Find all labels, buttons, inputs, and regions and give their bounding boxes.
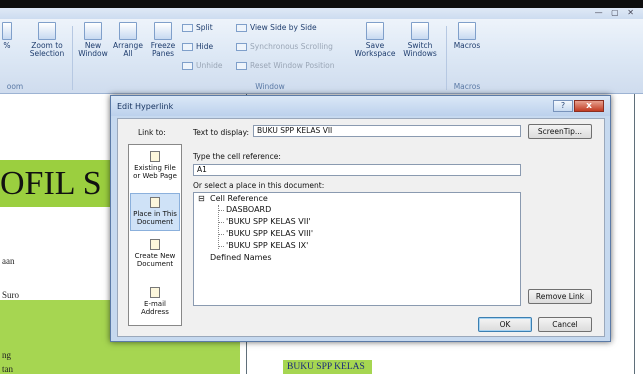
arrange-all-button[interactable]: Arrange All: [112, 22, 144, 58]
ribbon: — ▢ ✕ % Zoom to Selection oom New Window…: [0, 8, 643, 94]
tree-item[interactable]: 'BUKU SPP KELAS VII': [226, 217, 311, 226]
reset-window-icon: [236, 62, 247, 70]
link-to-label: Link to:: [138, 128, 166, 137]
ok-button[interactable]: OK: [478, 317, 532, 332]
hide-icon: [182, 43, 193, 51]
link-email-address[interactable]: E-mail Address: [130, 287, 180, 316]
zoom-group-label: oom: [6, 82, 24, 91]
tree-item[interactable]: DASBOARD: [226, 205, 271, 214]
text-to-display-input[interactable]: BUKU SPP KELAS VII: [253, 125, 521, 137]
window-group-label: Window: [255, 82, 285, 91]
unhide-icon: [182, 62, 193, 70]
help-button[interactable]: ?: [553, 100, 573, 112]
screentip-button[interactable]: ScreenTip...: [528, 124, 592, 139]
tree-line: [218, 234, 224, 235]
text-to-display-label: Text to display:: [193, 128, 250, 137]
profile-banner-cell[interactable]: OFIL S: [0, 160, 117, 207]
save-workspace-icon: [366, 22, 384, 40]
window-controls[interactable]: — ▢ ✕: [595, 8, 637, 17]
sheet-text: ng: [2, 350, 11, 360]
tree-item[interactable]: 'BUKU SPP KELAS IX': [226, 241, 308, 250]
freeze-icon: [154, 22, 172, 40]
cell-reference-label: Type the cell reference:: [193, 152, 281, 161]
split-icon: [182, 24, 193, 32]
zoom-selection-icon: [38, 22, 56, 40]
globe-page-icon: [150, 151, 160, 162]
sync-scroll-icon: [236, 43, 247, 51]
link-create-new-document[interactable]: Create New Document: [130, 239, 180, 268]
arrange-icon: [119, 22, 137, 40]
sheet-text: tan: [2, 364, 13, 374]
sheet-text: aan: [2, 256, 15, 266]
new-window-button[interactable]: New Window: [76, 22, 110, 58]
save-workspace-button[interactable]: Save Workspace: [352, 22, 398, 58]
close-button[interactable]: x: [574, 100, 604, 112]
switch-windows-button[interactable]: Switch Windows: [398, 22, 442, 58]
synchronous-scrolling-button[interactable]: Synchronous Scrolling: [236, 43, 333, 51]
tree-line: [218, 246, 224, 247]
view-side-by-side-button[interactable]: View Side by Side: [236, 24, 317, 32]
zoom-to-selection-button[interactable]: Zoom to Selection: [26, 22, 68, 58]
tree-line: [218, 222, 224, 223]
document-place-icon: [150, 197, 160, 208]
new-document-icon: [150, 239, 160, 250]
side-by-side-icon: [236, 24, 247, 32]
ribbon-separator: [72, 26, 73, 90]
macros-button[interactable]: Macros: [450, 22, 484, 50]
email-icon: [150, 287, 160, 298]
sheet-text: Suro: [2, 290, 20, 300]
hide-button[interactable]: Hide: [182, 43, 213, 51]
split-button[interactable]: Split: [182, 24, 213, 32]
tree-cell-reference[interactable]: Cell Reference: [210, 194, 268, 203]
remove-link-button[interactable]: Remove Link: [528, 289, 592, 304]
place-tree[interactable]: ⊟ Cell Reference DASBOARD 'BUKU SPP KELA…: [193, 192, 521, 306]
link-place-in-document[interactable]: Place in This Document: [130, 193, 180, 231]
cell-reference-input[interactable]: A1: [193, 164, 521, 176]
ribbon-separator: [446, 26, 447, 90]
dialog-title: Edit Hyperlink: [117, 102, 174, 111]
place-label: Or select a place in this document:: [193, 181, 325, 190]
tree-item[interactable]: 'BUKU SPP KELAS VIII': [226, 229, 313, 238]
edit-hyperlink-dialog: Edit Hyperlink ? x Link to: Existing Fil…: [110, 95, 611, 342]
macros-icon: [458, 22, 476, 40]
column-border: [634, 94, 635, 374]
freeze-panes-button[interactable]: Freeze Panes: [146, 22, 180, 58]
switch-windows-icon: [411, 22, 429, 40]
tree-line: [218, 210, 224, 211]
tree-expander[interactable]: ⊟: [198, 194, 205, 203]
new-window-icon: [84, 22, 102, 40]
dialog-title-bar[interactable]: Edit Hyperlink ? x: [111, 96, 610, 116]
tree-defined-names[interactable]: Defined Names: [210, 253, 272, 262]
hyperlink-cell[interactable]: BUKU SPP KELAS IX: [283, 360, 372, 374]
zoom-100-button[interactable]: %: [0, 22, 14, 50]
zoom-icon: [2, 22, 12, 40]
link-to-pane: Existing File or Web Page Place in This …: [128, 144, 182, 326]
cancel-button[interactable]: Cancel: [538, 317, 592, 332]
ribbon-tab-strip: [0, 8, 643, 19]
macros-group-label: Macros: [453, 82, 481, 91]
tree-line: [218, 205, 219, 249]
link-existing-file[interactable]: Existing File or Web Page: [130, 151, 180, 180]
unhide-button[interactable]: Unhide: [182, 62, 222, 70]
reset-window-position-button[interactable]: Reset Window Position: [236, 62, 335, 70]
dialog-body: Link to: Existing File or Web Page Place…: [117, 118, 605, 337]
